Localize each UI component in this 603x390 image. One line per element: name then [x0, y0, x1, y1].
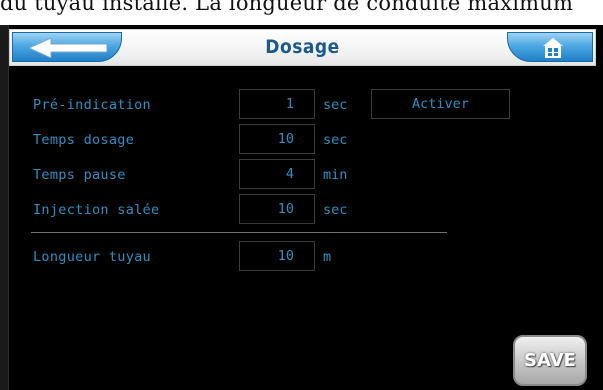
home-icon [543, 38, 563, 58]
pause-time-value-field[interactable]: 4 [239, 159, 315, 189]
back-arrow-icon [29, 38, 107, 58]
hmi-screen: Dosage Pré-indication 1 sec Activer Temp… [0, 25, 603, 390]
home-button[interactable] [507, 32, 593, 62]
hose-length-unit: m [323, 249, 332, 265]
pause-time-unit: min [323, 167, 348, 183]
save-button[interactable]: SAVE [513, 335, 587, 386]
pre-indication-unit: sec [323, 97, 348, 113]
pause-time-label: Temps pause [33, 167, 126, 183]
hose-length-label: Longueur tuyau [33, 249, 151, 265]
section-divider [31, 232, 447, 233]
back-button[interactable] [12, 32, 122, 62]
salt-injection-label: Injection salée [33, 202, 160, 218]
document-caption: du tuyau installé. La longueur de condui… [0, 0, 574, 15]
salt-injection-value-field[interactable]: 10 [239, 194, 315, 224]
dosing-time-value-field[interactable]: 10 [239, 124, 315, 154]
dosing-time-label: Temps dosage [33, 132, 135, 148]
dosing-time-unit: sec [323, 132, 348, 148]
hose-length-value-field[interactable]: 10 [239, 241, 315, 271]
pre-indication-value-field[interactable]: 1 [239, 89, 315, 119]
pre-indication-label: Pré-indication [33, 97, 151, 113]
salt-injection-unit: sec [323, 202, 348, 218]
activate-button[interactable]: Activer [371, 89, 510, 119]
header-bar: Dosage [9, 29, 596, 66]
